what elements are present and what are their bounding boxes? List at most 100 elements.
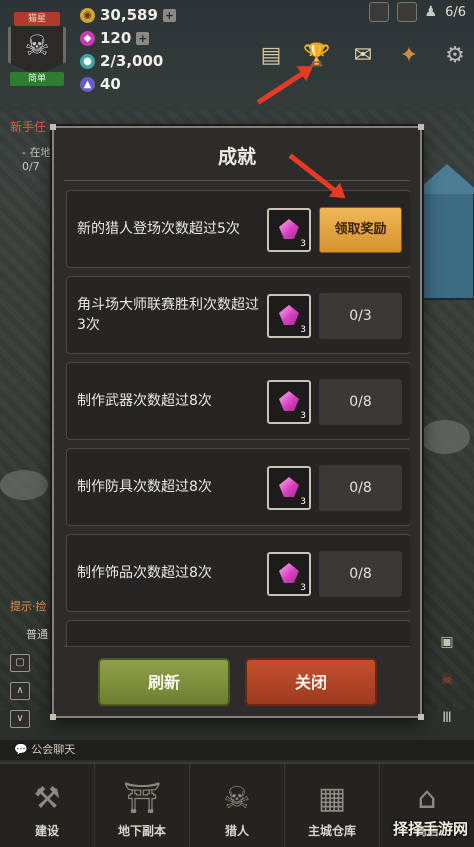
- hud-icon-row: ▤ 🏆 ✉ ✦ ⚙: [254, 40, 472, 70]
- population-value: 2/3,000: [100, 52, 164, 70]
- hammer-icon: ⚒: [33, 781, 61, 816]
- quest-title: 新手任: [10, 120, 47, 134]
- chat-up-button[interactable]: ∧: [10, 682, 30, 700]
- reward-slot[interactable]: 3: [267, 294, 311, 338]
- chat-down-button[interactable]: ∨: [10, 710, 30, 728]
- gem-icon: [279, 477, 299, 497]
- nav-label: 地下副本: [117, 824, 166, 838]
- corner-ornament: [50, 714, 56, 720]
- achievement-row: 制作饰品次数超过8次 3 0/8: [66, 534, 410, 612]
- mail-icon[interactable]: ✉: [346, 40, 380, 70]
- progress-label: 0/3: [319, 293, 402, 339]
- quest-count: 0/7: [22, 160, 40, 173]
- inventory-icon[interactable]: ▣: [436, 634, 458, 654]
- divider: [64, 180, 410, 181]
- gem-value: 120: [100, 29, 132, 47]
- rock: [0, 470, 48, 500]
- add-gem-button[interactable]: +: [136, 31, 150, 45]
- mana-resource: ▲ 40: [80, 75, 121, 93]
- gift-icon[interactable]: [368, 2, 389, 22]
- top-right-bar: ♟ 6/6: [368, 2, 466, 22]
- gold-resource: ◉ 30,589 +: [80, 6, 176, 24]
- mana-icon: ▲: [80, 76, 95, 92]
- achievement-row: 制作防具次数超过8次 3 0/8: [66, 448, 410, 526]
- reward-slot[interactable]: 3: [267, 466, 311, 510]
- gem-icon: [279, 563, 299, 583]
- achievement-text: 新的猎人登场次数超过5次: [77, 221, 240, 237]
- nav-label: 主城仓库: [307, 824, 356, 838]
- corner-ornament: [418, 714, 424, 720]
- achievement-list[interactable]: 新的猎人登场次数超过5次 3 领取奖励角斗场大师联赛胜利次数超过3次 3 0/3 制作武器…: [64, 186, 410, 646]
- chat-hint: 提示·捡: [10, 600, 47, 613]
- coin-icon: ◉: [80, 7, 95, 23]
- hunter-icon: ♟: [424, 4, 438, 20]
- reward-count: 3: [300, 583, 306, 593]
- warehouse-chest-icon: ▦: [317, 781, 347, 816]
- chat-expand-button[interactable]: ▢: [10, 654, 30, 672]
- event-icon[interactable]: [396, 2, 417, 22]
- reward-count: 3: [300, 325, 306, 335]
- achievement-dialog: 成就 新的猎人登场次数超过5次 3 领取奖励角斗场大师联赛胜利次数超过3次 3 0/3 制…: [50, 124, 424, 720]
- difficulty-badge: 简单: [10, 72, 64, 86]
- achievement-row-partial: [66, 620, 410, 646]
- rank-icon[interactable]: Ⅲ: [436, 710, 458, 730]
- achievement-text: 制作防具次数超过8次: [77, 479, 212, 495]
- dungeon-gate-icon: ⛩: [122, 781, 162, 816]
- mana-value: 40: [100, 75, 121, 93]
- nav-item-3[interactable]: ▦ 主城仓库: [285, 764, 380, 847]
- nav-item-2[interactable]: ☠ 猎人: [190, 764, 285, 847]
- corner-ornament: [50, 124, 56, 130]
- chat-tab[interactable]: 普通: [26, 626, 48, 642]
- watermark: 择择手游网: [392, 820, 468, 838]
- book-icon[interactable]: ▤: [254, 40, 288, 70]
- refresh-button[interactable]: 刷新: [98, 658, 230, 706]
- potion-icon: ●: [80, 53, 95, 69]
- gem-icon: [279, 305, 299, 325]
- achievement-text: 制作武器次数超过8次: [77, 393, 212, 409]
- gem-icon: [279, 391, 299, 411]
- guild-chat-label: 公会聊天: [31, 743, 76, 756]
- rock: [420, 420, 470, 454]
- skull-alert-icon[interactable]: ☠: [436, 672, 458, 692]
- shop-icon: ⌂: [417, 781, 437, 816]
- achievement-row: 新的猎人登场次数超过5次 3 领取奖励: [66, 190, 410, 268]
- village-house: [413, 164, 474, 300]
- reward-slot[interactable]: 3: [267, 552, 311, 596]
- gem-icon: ◆: [80, 30, 95, 46]
- reward-count: 3: [300, 239, 306, 249]
- nav-item-1[interactable]: ⛩ 地下副本: [95, 764, 190, 847]
- reward-slot[interactable]: 3: [267, 208, 311, 252]
- divider: [64, 646, 410, 647]
- reward-count: 3: [300, 411, 306, 421]
- nav-label: 猎人: [224, 824, 249, 838]
- hunter-count: 6/6: [445, 4, 466, 20]
- add-gold-button[interactable]: +: [162, 8, 176, 22]
- achievement-text: 制作饰品次数超过8次: [77, 565, 212, 581]
- reward-slot[interactable]: 3: [267, 380, 311, 424]
- gear-icon[interactable]: ⚙: [438, 40, 472, 70]
- hunter-emblem-icon: ☠: [223, 781, 251, 816]
- achievement-row: 制作武器次数超过8次 3 0/8: [66, 362, 410, 440]
- progress-label: 0/8: [319, 379, 402, 425]
- activity-icon[interactable]: ✦: [392, 40, 426, 70]
- skull-icon: ☠: [24, 28, 50, 62]
- reward-count: 3: [300, 497, 306, 507]
- nav-label: 建设: [34, 824, 59, 838]
- nav-item-0[interactable]: ⚒ 建设: [0, 764, 95, 847]
- population-resource: ● 2/3,000: [80, 52, 163, 70]
- rank-badge: 猫星: [14, 12, 60, 26]
- gold-value: 30,589: [100, 6, 158, 24]
- progress-label: 0/8: [319, 551, 402, 597]
- gem-resource: ◆ 120 +: [80, 29, 150, 47]
- quest-sub: - 在地: [22, 146, 52, 159]
- achievement-text: 角斗场大师联赛胜利次数超过3次: [77, 297, 259, 333]
- claim-reward-button[interactable]: 领取奖励: [319, 207, 402, 253]
- dialog-title: 成就: [217, 146, 256, 168]
- progress-label: 0/8: [319, 465, 402, 511]
- guild-chat-bar[interactable]: 💬 公会聊天: [0, 740, 474, 760]
- close-button[interactable]: 关闭: [245, 658, 377, 706]
- achievement-row: 角斗场大师联赛胜利次数超过3次 3 0/3: [66, 276, 410, 354]
- gem-icon: [279, 219, 299, 239]
- corner-ornament: [418, 124, 424, 130]
- chat-icon: 💬: [14, 743, 28, 756]
